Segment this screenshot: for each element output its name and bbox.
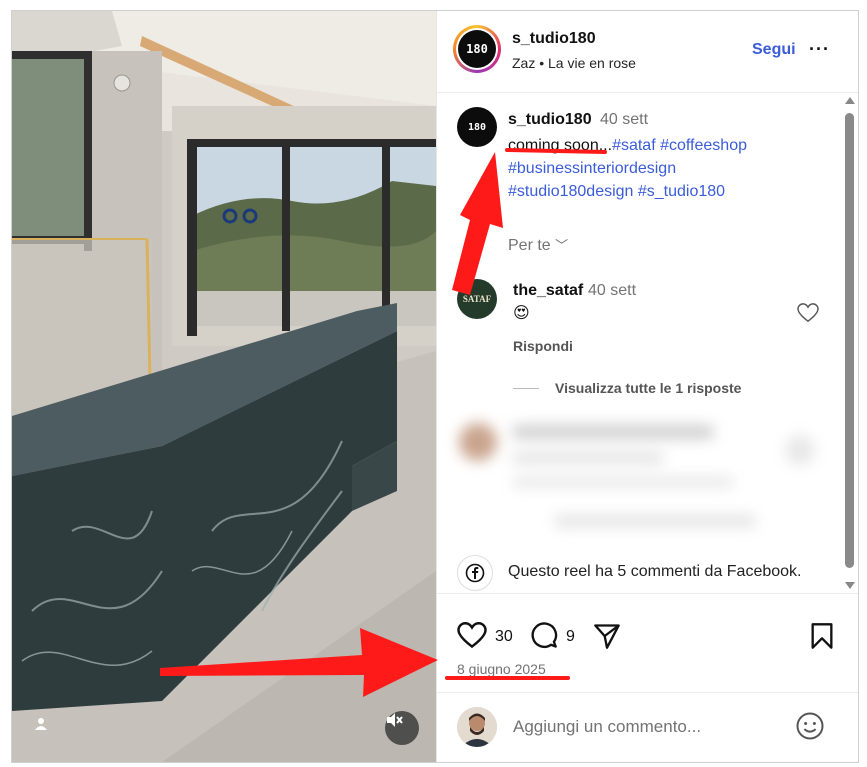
comment-text: 😍	[513, 305, 530, 322]
scrollbar-thumb[interactable]	[845, 113, 854, 568]
commenter-username[interactable]: the_sataf	[513, 282, 583, 300]
caption-text: coming soon...#sataf #coffeeshop #busine…	[508, 134, 838, 203]
author-username[interactable]: s_tudio180	[512, 30, 596, 48]
chevron-down-icon: ﹀	[555, 238, 569, 253]
add-comment-input[interactable]: Aggiungi un commento...	[513, 717, 701, 737]
action-bar: 30 9 8 giugno 2025	[437, 593, 858, 692]
post-modal: 180 s_tudio180 Zaz • La vie en rose Segu…	[11, 10, 859, 763]
follow-button[interactable]: Segui	[752, 41, 796, 59]
comment-like-heart-icon[interactable]	[797, 303, 819, 328]
like-count[interactable]: 30	[495, 628, 513, 646]
author-avatar[interactable]: 180	[453, 25, 501, 73]
comment-time: 40 sett	[588, 282, 637, 299]
caption-avatar[interactable]: 180	[457, 107, 497, 147]
facebook-comments-notice: Questo reel ha 5 commenti da Facebook.	[457, 551, 837, 591]
comments-scroll-area[interactable]: 180 s_tudio180 40 sett coming soon...#sa…	[437, 93, 858, 593]
studio-logo: 180	[458, 30, 496, 68]
comment-count[interactable]: 9	[566, 628, 575, 646]
current-user-avatar[interactable]	[457, 707, 497, 747]
caption-username[interactable]: s_tudio180	[508, 111, 592, 129]
reply-button[interactable]: Rispondi	[513, 338, 573, 354]
scroll-up-arrow[interactable]	[845, 97, 855, 104]
user-tag-icon[interactable]	[34, 717, 54, 737]
blurred-comment	[455, 405, 835, 555]
translate-toggle[interactable]: Per te ﹀	[508, 235, 568, 255]
paper-plane-icon[interactable]	[592, 622, 622, 655]
add-comment-bar: Aggiungi un commento...	[437, 692, 858, 762]
video-frame-illustration	[12, 11, 436, 762]
hashtags-line-1[interactable]: #sataf #coffeeshop	[612, 137, 747, 154]
more-options-icon[interactable]: ···	[809, 39, 830, 60]
hashtags-line-3[interactable]: #studio180design #s_tudio180	[508, 183, 725, 200]
caption-time: 40 sett	[600, 111, 649, 128]
translate-label: Per te	[508, 237, 551, 254]
caption-plain-text: coming soon...	[508, 137, 613, 154]
hashtags-line-2[interactable]: #businessinteriordesign	[508, 160, 676, 177]
facebook-icon	[457, 555, 493, 591]
replies-divider	[513, 388, 539, 389]
view-replies-link[interactable]: Visualizza tutte le 1 risposte	[555, 380, 741, 396]
facebook-notice-text: Questo reel ha 5 commenti da Facebook.	[508, 563, 802, 580]
post-details-panel: 180 s_tudio180 Zaz • La vie en rose Segu…	[436, 11, 858, 762]
smiley-icon[interactable]	[795, 711, 825, 746]
heart-icon[interactable]	[457, 621, 487, 654]
post-header: 180 s_tudio180 Zaz • La vie en rose Segu…	[437, 11, 858, 93]
commenter-avatar[interactable]: SATAF	[457, 279, 497, 319]
reel-video[interactable]	[12, 11, 436, 762]
post-date[interactable]: 8 giugno 2025	[457, 661, 546, 677]
comment-bubble-icon[interactable]	[529, 622, 559, 655]
speaker-muted-icon[interactable]	[385, 711, 419, 745]
scroll-down-arrow[interactable]	[845, 582, 855, 589]
bookmark-icon[interactable]	[809, 622, 835, 655]
audio-track-label[interactable]: Zaz • La vie en rose	[512, 55, 636, 71]
